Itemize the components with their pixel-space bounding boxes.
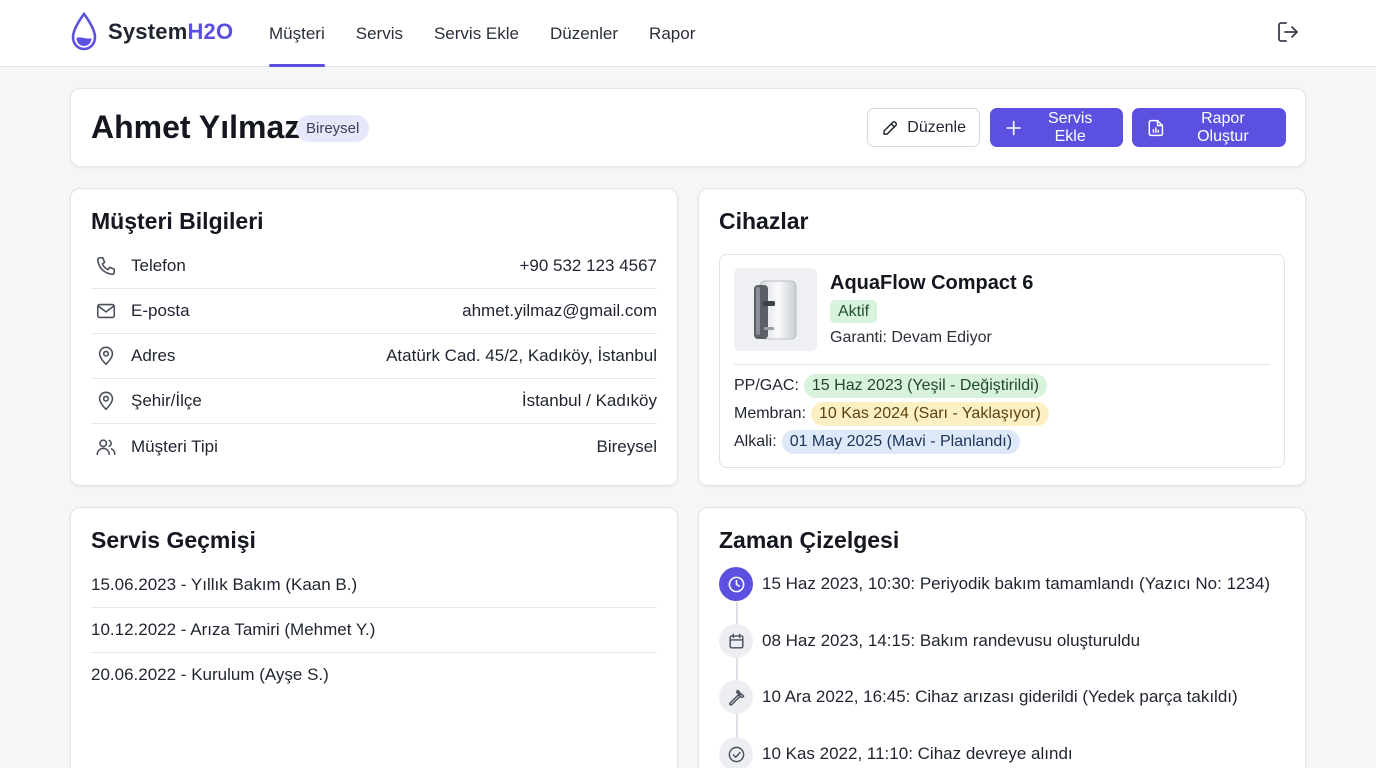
nav-item-servis[interactable]: Servis [356,0,403,67]
timeline-title: Zaman Çizelgesi [719,527,900,553]
wrench-icon [719,680,753,714]
edit-button[interactable]: Düzenle [867,108,980,147]
customer-info-card: Müşteri Bilgileri Telefon +90 532 123 45… [70,188,678,486]
nav-item-rapor[interactable]: Rapor [649,0,695,67]
filter-status-membran: 10 Kas 2024 (Sarı - Yaklaşıyor) [811,402,1049,426]
clock-icon [719,567,753,601]
brand-name-part2: H2O [187,19,234,44]
timeline-item-text: 08 Haz 2023, 14:15: Bakım randevusu oluş… [762,631,1141,650]
brand-logo[interactable]: SystemH2O [70,12,233,52]
timeline-card: Zaman Çizelgesi 15 Haz 2023, 10:30: Peri… [698,507,1306,768]
filter-label-alkali: Alkali: [734,433,777,450]
info-row-address: Adres Atatürk Cad. 45/2, Kadıköy, İstanb… [91,334,657,379]
water-drop-icon [71,12,97,51]
device-status-badge: Aktif [830,300,878,323]
device-divider [734,364,1270,365]
devices-card: Cihazlar AquaFlow Compact 6 Aktif Garant… [698,188,1306,486]
location-icon [94,389,118,413]
customer-type-badge: Bireysel [296,115,370,142]
device-name[interactable]: AquaFlow Compact 6 [830,272,1033,295]
info-value-city: İstanbul / Kadıköy [521,391,657,410]
timeline-item-text: 15 Haz 2023, 10:30: Periyodik bakım tama… [762,574,1271,593]
users-icon [94,435,118,459]
plus-icon [1006,120,1021,135]
calendar-icon [719,624,753,658]
info-label-customer-type: Müşteri Tipi [131,436,218,456]
service-history-title: Servis Geçmişi [91,527,256,553]
check-circle-icon [719,737,753,768]
filter-status-pp-gac: 15 Haz 2023 (Yeşil - Değiştirildi) [803,374,1047,398]
info-row-customer-type: Müşteri Tipi Bireysel [91,424,657,469]
create-report-button[interactable]: Rapor Oluştur [1132,108,1286,147]
add-service-button-label: Servis Ekle [1047,109,1093,145]
filter-row-alkali: Alkali: 01 May 2025 (Mavi - Planlandı) [734,430,1021,454]
info-value-phone[interactable]: +90 532 123 4567 [519,256,657,276]
brand-name: SystemH2O [108,19,233,45]
create-report-button-label: Rapor Oluştur [1197,109,1249,145]
timeline-item-text: 10 Ara 2022, 16:45: Cihaz arızası gideri… [762,687,1238,706]
info-value-address: Atatürk Cad. 45/2, Kadıköy, İstanbul [386,346,657,365]
filter-label-pp-gac: PP/GAC: [734,377,799,394]
service-history-item[interactable]: 20.06.2022 - Kurulum (Ayşe S.) [91,652,657,697]
pencil-icon [883,120,898,135]
service-history-item[interactable]: 10.12.2022 - Arıza Tamiri (Mehmet Y.) [91,608,657,653]
nav-item-duzenler[interactable]: Düzenler [550,0,618,67]
info-label-email: E-posta [131,301,190,320]
add-service-button[interactable]: Servis Ekle [990,108,1123,147]
filter-label-membran: Membran: [734,405,807,422]
customer-name: Ahmet Yılmaz [91,109,301,145]
service-history-card: Servis Geçmişi 15.06.2023 - Yıllık Bakım… [70,507,678,768]
devices-title: Cihazlar [719,208,809,234]
timeline-item: 08 Haz 2023, 14:15: Bakım randevusu oluş… [719,624,1140,658]
info-label-phone: Telefon [131,256,186,275]
edit-button-label: Düzenle [907,118,966,136]
main-nav: Müşteri Servis Servis Ekle Düzenler Rapo… [269,0,726,67]
customer-header-card: Ahmet Yılmaz Bireysel Düzenle Servis Ekl… [70,88,1306,167]
location-icon [94,344,118,368]
info-row-email: E-posta ahmet.yilmaz@gmail.com [91,289,657,334]
info-label-address: Adres [131,346,176,365]
mail-icon [94,299,118,323]
phone-icon [94,254,118,278]
filter-row-membran: Membran: 10 Kas 2024 (Sarı - Yaklaşıyor) [734,402,1049,426]
filter-status-alkali: 01 May 2025 (Mavi - Planlandı) [781,430,1021,454]
info-value-customer-type: Bireysel [596,436,657,456]
report-file-icon [1148,119,1164,136]
filter-row-pp-gac: PP/GAC: 15 Haz 2023 (Yeşil - Değiştirild… [734,374,1047,398]
brand-name-part1: System [108,19,188,44]
device-item[interactable]: AquaFlow Compact 6 Aktif Garanti: Devam … [719,254,1285,468]
logout-icon[interactable] [1276,20,1300,44]
timeline-item: 10 Ara 2022, 16:45: Cihaz arızası gideri… [719,680,1238,714]
info-row-phone: Telefon +90 532 123 4567 [91,244,657,289]
nav-item-musteri[interactable]: Müşteri [269,0,325,67]
water-purifier-image [753,280,796,339]
nav-item-servis-ekle[interactable]: Servis Ekle [434,0,519,67]
info-row-city: Şehir/İlçe İstanbul / Kadıköy [91,379,657,424]
service-history-item[interactable]: 15.06.2023 - Yıllık Bakım (Kaan B.) [91,563,657,608]
timeline-item: 15 Haz 2023, 10:30: Periyodik bakım tama… [719,567,1270,601]
info-value-email[interactable]: ahmet.yilmaz@gmail.com [462,301,657,321]
top-navbar: SystemH2O Müşteri Servis Servis Ekle Düz… [0,0,1376,67]
timeline-item-text: 10 Kas 2022, 11:10: Cihaz devreye alındı [762,744,1073,763]
device-warranty: Garanti: Devam Ediyor [830,329,992,346]
info-label-city: Şehir/İlçe [131,391,202,410]
timeline-item: 10 Kas 2022, 11:10: Cihaz devreye alındı [719,737,1073,768]
customer-info-title: Müşteri Bilgileri [91,208,264,234]
device-image [734,268,817,351]
